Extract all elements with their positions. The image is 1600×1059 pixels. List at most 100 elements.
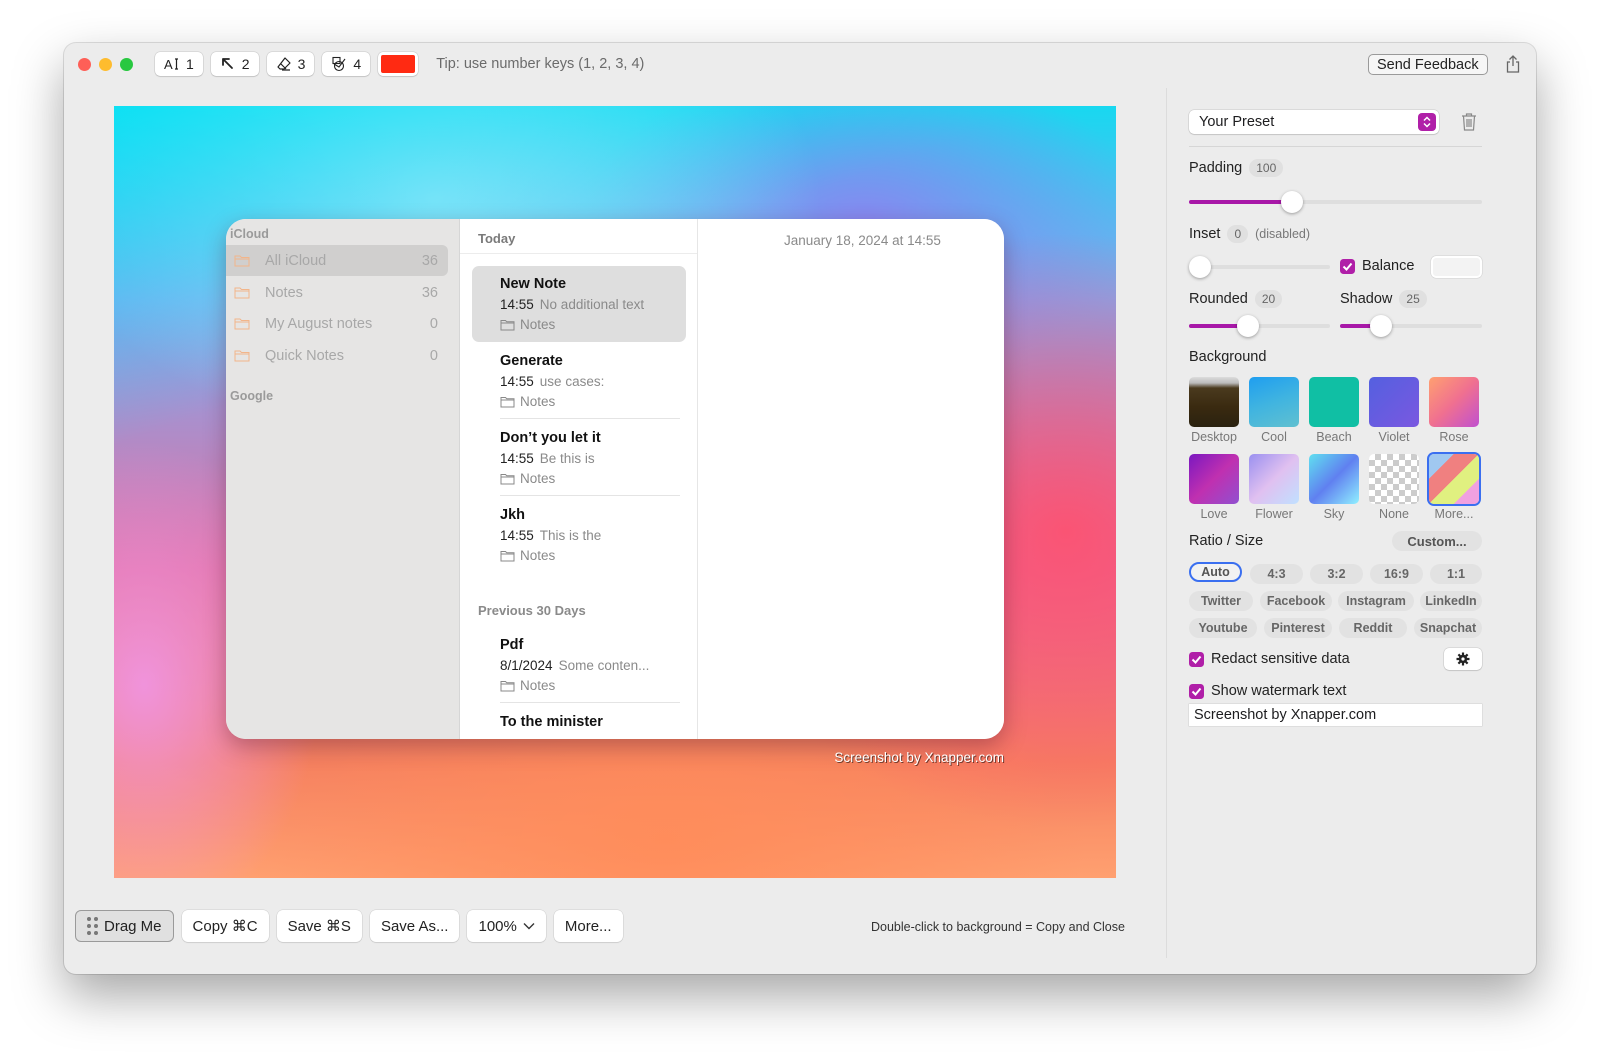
eraser-tool-button[interactable]: 3 [266,52,315,76]
background-option-violet[interactable]: Violet [1369,377,1419,444]
ratio-chip-4-3[interactable]: 4:3 [1250,564,1303,584]
ratio-chip-3-2[interactable]: 3:2 [1310,564,1363,584]
redact-tool-button[interactable]: 4 [322,52,371,76]
custom-size-button[interactable]: Custom... [1392,531,1482,551]
slider-thumb[interactable] [1280,191,1303,213]
note-time: 14:55 [500,528,534,543]
preset-dropdown[interactable]: Your Preset [1189,110,1439,134]
background-option-rose[interactable]: Rose [1429,377,1479,444]
zoom-dropdown[interactable]: 100% [467,910,546,942]
redact-checkbox[interactable]: Redact sensitive data [1189,651,1350,667]
size-chip-snapchat[interactable]: Snapchat [1414,618,1482,638]
background-thumbnail [1429,454,1479,504]
note-item: Pdf 8/1/2024 Some conten... Notes [472,627,686,703]
balance-color-field[interactable] [1431,256,1482,278]
background-name: Flower [1255,507,1293,521]
background-option-cool[interactable]: Cool [1249,377,1299,444]
note-title: Don’t you let it [500,430,601,446]
ratio-chip-16-9[interactable]: 16:9 [1370,564,1423,584]
size-chip-youtube[interactable]: Youtube [1189,618,1257,638]
padding-slider[interactable] [1189,190,1482,214]
folder-count: 36 [421,252,438,269]
size-chip-linkedin[interactable]: LinkedIn [1420,591,1482,611]
save-button[interactable]: Save ⌘S [276,910,362,942]
slider-thumb[interactable] [1237,315,1260,337]
ratio-chip-auto[interactable]: Auto [1189,562,1242,582]
note-folder: Notes [520,317,556,332]
zoom-window-button[interactable] [120,58,133,71]
slider-thumb[interactable] [1189,256,1211,278]
close-window-button[interactable] [78,58,91,71]
eraser-tool-key: 3 [297,56,306,72]
padding-label: Padding 100 [1189,159,1284,177]
inset-slider[interactable] [1189,255,1330,279]
ratio-chip-1-1[interactable]: 1:1 [1430,564,1482,584]
background-label: Background [1189,349,1267,365]
save-as-button[interactable]: Save As... [369,910,460,942]
tip-text: Tip: use number keys (1, 2, 3, 4) [436,56,645,72]
background-name: Desktop [1191,430,1237,444]
eraser-icon [276,57,291,71]
settings-panel: Your Preset Padding 100 Inset 0 (disable… [1189,43,1489,974]
preset-value: Your Preset [1199,114,1275,130]
app-window: A 1 2 3 4 Tip: use number keys (1, 2, 3,… [64,43,1536,974]
color-picker-button[interactable] [378,52,419,76]
watermark-label: Show watermark text [1211,683,1347,699]
size-chip-instagram[interactable]: Instagram [1338,591,1414,611]
transparent-checker-icon [1369,454,1419,504]
background-thumbnail [1309,377,1359,427]
size-chip-pinterest[interactable]: Pinterest [1264,618,1332,638]
annotation-toolbar: A 1 2 3 4 Tip: use number keys (1, 2, 3,… [155,52,644,76]
background-option-love[interactable]: Love [1189,454,1239,521]
redact-settings-button[interactable] [1444,648,1482,670]
arrow-pointer-icon [221,58,233,69]
background-option-more[interactable]: More... [1429,454,1479,521]
note-item: New Note 14:55 No additional text Notes [472,266,686,342]
background-options: Desktop Cool Beach Violet Rose Love Flow… [1189,377,1479,521]
note-title: Jkh [500,507,525,523]
background-option-desktop[interactable]: Desktop [1189,377,1239,444]
balance-checkbox[interactable]: Balance [1340,258,1414,274]
panel-divider [1166,88,1167,958]
share-icon[interactable] [1504,54,1522,74]
note-folder: Notes [520,394,556,409]
captured-notes-window: iCloud All iCloud 36 Notes 36 My August … [226,219,1004,739]
folder-count: 0 [429,347,438,364]
background-option-sky[interactable]: Sky [1309,454,1359,521]
more-button[interactable]: More... [553,910,623,942]
watermark-text-input[interactable]: Screenshot by Xnapper.com [1189,704,1482,726]
trash-icon[interactable] [1461,112,1477,131]
background-option-flower[interactable]: Flower [1249,454,1299,521]
list-header-today: Today [478,231,516,246]
text-cursor-icon: A [164,57,178,72]
note-preview: No additional text [539,297,645,312]
watermark-checkbox[interactable]: Show watermark text [1189,683,1346,699]
background-option-beach[interactable]: Beach [1309,377,1359,444]
preview-canvas[interactable]: iCloud All iCloud 36 Notes 36 My August … [114,106,1116,878]
text-tool-button[interactable]: A 1 [155,52,203,76]
size-chip-twitter[interactable]: Twitter [1189,591,1253,611]
size-chip-facebook[interactable]: Facebook [1260,591,1332,611]
minimize-window-button[interactable] [99,58,112,71]
bottom-toolbar: Drag Me Copy ⌘C Save ⌘S Save As... 100% … [75,910,623,942]
note-time: 8/1/2024 [500,658,553,673]
arrow-tool-button[interactable]: 2 [210,52,259,76]
background-option-none[interactable]: None [1369,454,1419,521]
rounded-slider[interactable] [1189,314,1330,338]
slider-thumb[interactable] [1370,315,1393,337]
copy-button[interactable]: Copy ⌘C [181,910,269,942]
folder-label: My August notes [265,315,373,332]
shadow-slider[interactable] [1340,314,1482,338]
size-chip-reddit[interactable]: Reddit [1339,618,1407,638]
background-thumbnail [1309,454,1359,504]
drag-me-handle[interactable]: Drag Me [75,910,174,942]
folder-icon [500,319,515,330]
folder-icon [500,550,515,561]
shadow-label: Shadow 25 [1340,290,1427,308]
arrow-tool-key: 2 [241,56,250,72]
sidebar-folder-notes: Notes 36 [226,277,448,308]
padding-value: 100 [1249,159,1284,177]
inset-label: Inset 0 (disabled) [1189,225,1310,243]
sidebar-folder-quick-notes: Quick Notes 0 [226,340,448,371]
note-preview: use cases: [539,374,605,389]
